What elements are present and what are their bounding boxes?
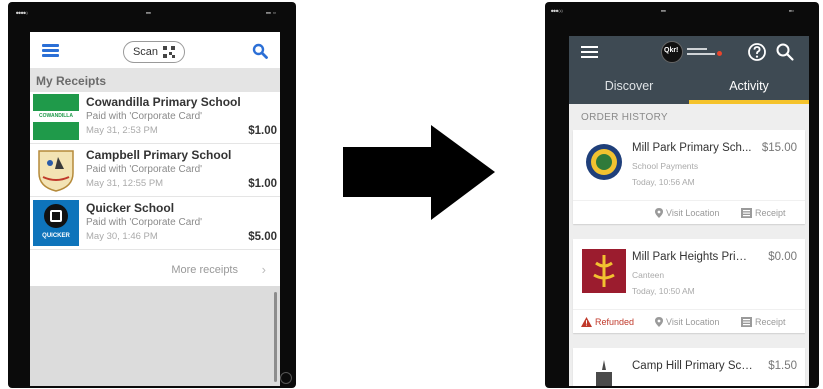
order-school-name: Mill Park Heights Prim... — [632, 251, 754, 263]
order-school-name: Camp Hill Primary Sch... — [632, 360, 754, 372]
activity-screen: Qkr! Discover Activity ORDER HISTORY Mil… — [569, 36, 809, 386]
school-logo — [582, 249, 626, 293]
receipt-label: Receipt — [755, 317, 786, 327]
receipt-row[interactable]: QUICKER Quicker School Paid with 'Corpor… — [30, 198, 280, 250]
search-icon[interactable] — [252, 43, 268, 59]
qr-code-icon — [163, 46, 176, 58]
tab-discover[interactable]: Discover — [569, 68, 689, 104]
location-pin-icon — [655, 208, 663, 218]
more-receipts-label: More receipts — [171, 264, 238, 276]
home-button-icon[interactable] — [280, 372, 292, 384]
order-actions: Visit Location Receipt — [573, 200, 805, 224]
receipt-label: Receipt — [755, 208, 786, 218]
payment-method: Paid with 'Corporate Card' — [86, 217, 203, 228]
visit-location-button[interactable]: Visit Location — [655, 208, 719, 218]
section-header: ORDER HISTORY — [581, 112, 668, 123]
search-icon[interactable] — [775, 42, 795, 62]
order-card[interactable]: Mill Park Heights Prim... $0.00 Canteen … — [573, 239, 805, 333]
section-header: My Receipts — [30, 68, 280, 92]
receipt-icon — [741, 208, 752, 218]
visit-location-button[interactable]: Visit Location — [655, 317, 719, 327]
logo-text: Qkr! — [664, 47, 679, 54]
order-card[interactable]: Camp Hill Primary Sch... $1.50 — [573, 348, 805, 386]
receipt-date: May 31, 2:53 PM — [86, 125, 158, 136]
status-bar: ●●●●○ ▬▬ ▬▬ ▭ — [16, 10, 276, 15]
school-crest-logo — [38, 150, 74, 192]
receipts-screen: Scan My Receipts COWANDILLA Cowandilla P… — [30, 32, 280, 386]
warning-icon — [581, 317, 592, 327]
app-logo: Qkr! — [661, 41, 723, 63]
order-card[interactable]: Mill Park Primary Sch... $15.00 School P… — [573, 130, 805, 224]
receipt-amount: $1.00 — [248, 125, 277, 137]
receipt-button[interactable]: Receipt — [741, 208, 786, 218]
tab-activity[interactable]: Activity — [689, 68, 809, 104]
receipt-amount: $5.00 — [248, 231, 277, 243]
order-school-name: Mill Park Primary Sch... — [632, 142, 752, 154]
refunded-label: Refunded — [595, 317, 635, 327]
refunded-badge: Refunded — [581, 317, 634, 327]
logo-text: QUICKER — [42, 233, 70, 239]
order-category: Canteen — [632, 270, 665, 280]
order-time: Today, 10:50 AM — [632, 286, 695, 296]
school-name: Campbell Primary School — [86, 148, 232, 162]
payment-method: Paid with 'Corporate Card' — [86, 164, 203, 175]
payment-method: Paid with 'Corporate Card' — [86, 111, 203, 122]
order-amount: $15.00 — [761, 142, 797, 154]
receipt-icon — [741, 317, 752, 327]
order-time: Today, 10:56 AM — [632, 177, 695, 187]
school-logo — [596, 360, 612, 386]
logo-text: COWANDILLA — [39, 113, 73, 119]
hamburger-icon[interactable] — [42, 44, 59, 57]
tab-bar: Discover Activity — [569, 68, 809, 104]
location-pin-icon — [655, 317, 663, 327]
receipt-row[interactable]: Campbell Primary School Paid with 'Corpo… — [30, 145, 280, 197]
help-icon[interactable] — [747, 42, 767, 62]
receipt-date: May 30, 1:46 PM — [86, 231, 158, 242]
scan-label: Scan — [132, 46, 159, 58]
school-logo — [586, 144, 622, 180]
app-bar: Qkr! — [569, 36, 809, 68]
receipt-row[interactable]: COWANDILLA Cowandilla Primary School Pai… — [30, 92, 280, 144]
order-category: School Payments — [632, 161, 699, 171]
order-amount: $0.00 — [768, 251, 797, 263]
left-device-screenshot: ●●●●○ ▬▬ ▬▬ ▭ Scan My Receipts COWANDILL… — [8, 2, 296, 388]
school-name: Cowandilla Primary School — [86, 95, 241, 109]
visit-location-label: Visit Location — [666, 317, 720, 327]
top-bar: Scan — [30, 32, 280, 68]
receipt-amount: $1.00 — [248, 178, 277, 190]
scan-button[interactable]: Scan — [123, 41, 185, 63]
status-bar: ●●●○○ ▬▬ ▬▭ — [551, 8, 794, 13]
chevron-right-icon: › — [261, 262, 266, 277]
school-name: Quicker School — [86, 201, 175, 215]
school-logo: COWANDILLA — [33, 94, 79, 140]
school-logo: QUICKER — [33, 200, 79, 246]
more-receipts-link[interactable]: More receipts › — [30, 254, 280, 286]
order-amount: $1.50 — [768, 360, 797, 372]
order-actions: Refunded Visit Location Receipt — [573, 309, 805, 333]
empty-area — [30, 286, 280, 386]
right-device-screenshot: ●●●○○ ▬▬ ▬▭ Qkr! Discover Activity ORDER… — [545, 2, 819, 388]
right-arrow-icon — [343, 125, 495, 220]
receipt-button[interactable]: Receipt — [741, 317, 786, 327]
receipt-date: May 31, 12:55 PM — [86, 178, 164, 189]
scrollbar[interactable] — [274, 292, 277, 382]
visit-location-label: Visit Location — [666, 208, 720, 218]
hamburger-icon[interactable] — [581, 46, 598, 59]
